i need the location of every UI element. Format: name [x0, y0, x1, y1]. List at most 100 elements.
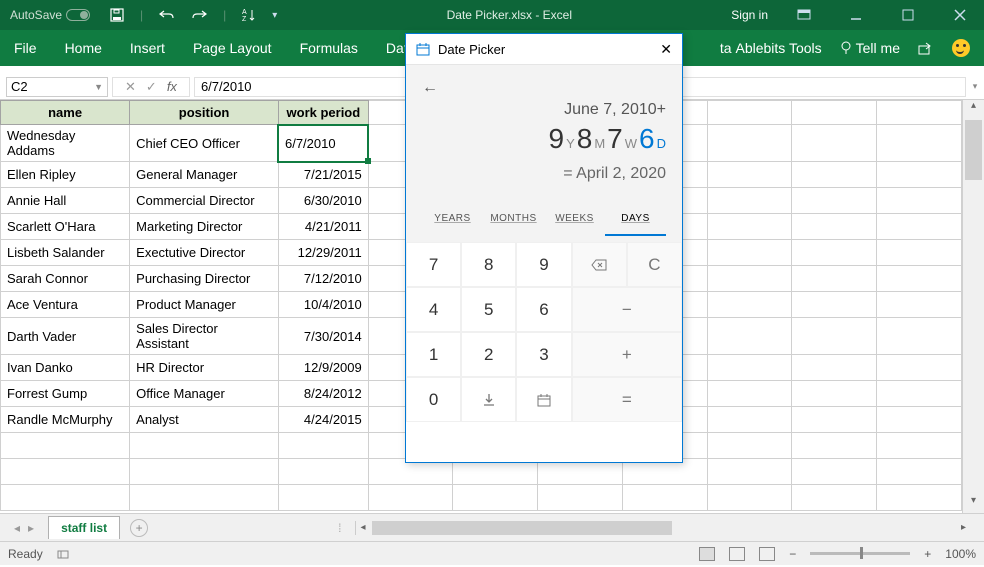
unit-years[interactable]: YEARS [422, 203, 483, 236]
scroll-thumb[interactable] [965, 120, 982, 180]
tab-home[interactable]: Home [51, 30, 116, 66]
tab-nav-prev-icon[interactable]: ◂ [14, 521, 20, 535]
tab-insert[interactable]: Insert [116, 30, 179, 66]
expand-formula-icon[interactable]: ▾ [966, 81, 984, 92]
cell-name[interactable]: Randle McMurphy [1, 407, 130, 433]
minimize-icon[interactable] [840, 0, 872, 30]
zoom-in-icon[interactable]: + [924, 547, 931, 561]
hscroll-left-icon[interactable]: ◂ [356, 522, 369, 533]
col-name[interactable]: name [1, 101, 130, 125]
cell-name[interactable]: Ace Ventura [1, 292, 130, 318]
cell-position[interactable]: Purchasing Director [130, 266, 279, 292]
cell-name[interactable]: Wednesday Addams [1, 125, 130, 162]
tell-me[interactable]: Tell me [840, 40, 900, 56]
cancel-icon[interactable]: ✕ [125, 79, 136, 95]
qat-dropdown-icon[interactable]: ▾ [272, 10, 277, 21]
zoom-value[interactable]: 100% [945, 547, 976, 561]
maximize-icon[interactable] [892, 0, 924, 30]
redo-icon[interactable] [191, 9, 207, 21]
panel-titlebar[interactable]: Date Picker ✕ [406, 34, 682, 65]
autosave-switch[interactable] [66, 9, 90, 21]
key-cal[interactable] [516, 377, 571, 422]
key-C[interactable]: C [627, 242, 682, 287]
key-8[interactable]: 8 [461, 242, 516, 287]
namebox-dropdown-icon[interactable]: ▼ [94, 82, 103, 92]
key-equals[interactable]: = [572, 377, 682, 422]
macro-icon[interactable] [57, 548, 71, 560]
tab-ablebits[interactable]: Ablebits Tools [736, 40, 822, 56]
panel-back-icon[interactable]: ← [422, 79, 666, 97]
cell-date[interactable]: 12/29/2011 [278, 240, 368, 266]
zoom-out-icon[interactable]: − [789, 547, 796, 561]
cell-position[interactable]: Analyst [130, 407, 279, 433]
cell-position[interactable]: Chief CEO Officer [130, 125, 279, 162]
key-9[interactable]: 9 [516, 242, 571, 287]
cell-date[interactable]: 8/24/2012 [278, 381, 368, 407]
key-download[interactable] [461, 377, 516, 422]
cell-position[interactable]: Office Manager [130, 381, 279, 407]
horizontal-scrollbar[interactable]: ◂ ▸ [355, 521, 970, 535]
sort-icon[interactable]: AZ [242, 8, 256, 22]
key-0[interactable]: 0 [406, 377, 461, 422]
scroll-down-icon[interactable]: ▾ [963, 495, 984, 513]
vertical-scrollbar[interactable]: ▴ ▾ [962, 100, 984, 513]
tab-file[interactable]: File [0, 30, 51, 66]
key-5[interactable]: 5 [461, 287, 516, 332]
save-icon[interactable] [110, 8, 124, 22]
col-position[interactable]: position [130, 101, 279, 125]
cell-position[interactable]: General Manager [130, 162, 279, 188]
tab-hidden-partial[interactable]: ta [706, 30, 736, 66]
key-minus[interactable]: − [572, 287, 682, 332]
name-box[interactable]: C2 ▼ [6, 77, 108, 97]
view-page-layout-icon[interactable] [729, 547, 745, 561]
key-4[interactable]: 4 [406, 287, 461, 332]
key-3[interactable]: 3 [516, 332, 571, 377]
view-normal-icon[interactable] [699, 547, 715, 561]
cell-name[interactable]: Sarah Connor [1, 266, 130, 292]
cell-position[interactable]: Commercial Director [130, 188, 279, 214]
ribbon-display-icon[interactable] [788, 0, 820, 30]
cell-date[interactable]: 6/7/2010 [278, 125, 368, 162]
cell-date[interactable]: 7/30/2014 [278, 318, 368, 355]
cell-name[interactable]: Darth Vader [1, 318, 130, 355]
fx-icon[interactable]: fx [167, 79, 177, 94]
col-work-period[interactable]: work period [278, 101, 368, 125]
unit-days[interactable]: DAYS [605, 203, 666, 236]
cell-name[interactable]: Forrest Gump [1, 381, 130, 407]
hscroll-thumb[interactable] [372, 521, 672, 535]
cell-position[interactable]: Sales Director Assistant [130, 318, 279, 355]
cell-name[interactable]: Scarlett O'Hara [1, 214, 130, 240]
zoom-slider[interactable] [810, 552, 910, 555]
cell-position[interactable]: HR Director [130, 355, 279, 381]
cell-name[interactable]: Lisbeth Salander [1, 240, 130, 266]
cell-name[interactable]: Annie Hall [1, 188, 130, 214]
key-bksp[interactable] [572, 242, 627, 287]
tab-nav-next-icon[interactable]: ▸ [28, 521, 34, 535]
key-1[interactable]: 1 [406, 332, 461, 377]
key-7[interactable]: 7 [406, 242, 461, 287]
unit-months[interactable]: MONTHS [483, 203, 544, 236]
cell-date[interactable]: 7/12/2010 [278, 266, 368, 292]
cell-date[interactable]: 10/4/2010 [278, 292, 368, 318]
cell-date[interactable]: 7/21/2015 [278, 162, 368, 188]
close-icon[interactable] [944, 0, 976, 30]
view-page-break-icon[interactable] [759, 547, 775, 561]
cell-date[interactable]: 4/24/2015 [278, 407, 368, 433]
key-plus[interactable]: + [572, 332, 682, 377]
tab-formulas[interactable]: Formulas [286, 30, 372, 66]
cell-date[interactable]: 4/21/2011 [278, 214, 368, 240]
feedback-icon[interactable] [952, 39, 970, 57]
share-icon[interactable] [918, 41, 934, 55]
sheet-tab-active[interactable]: staff list [48, 516, 120, 539]
cell-position[interactable]: Product Manager [130, 292, 279, 318]
cell-name[interactable]: Ivan Danko [1, 355, 130, 381]
add-sheet-icon[interactable]: + [130, 519, 148, 537]
cell-date[interactable]: 12/9/2009 [278, 355, 368, 381]
key-2[interactable]: 2 [461, 332, 516, 377]
signin-link[interactable]: Sign in [731, 8, 768, 22]
undo-icon[interactable] [159, 9, 175, 21]
enter-icon[interactable]: ✓ [146, 79, 157, 95]
cell-date[interactable]: 6/30/2010 [278, 188, 368, 214]
panel-close-icon[interactable]: ✕ [660, 41, 672, 58]
cell-position[interactable]: Marketing Director [130, 214, 279, 240]
